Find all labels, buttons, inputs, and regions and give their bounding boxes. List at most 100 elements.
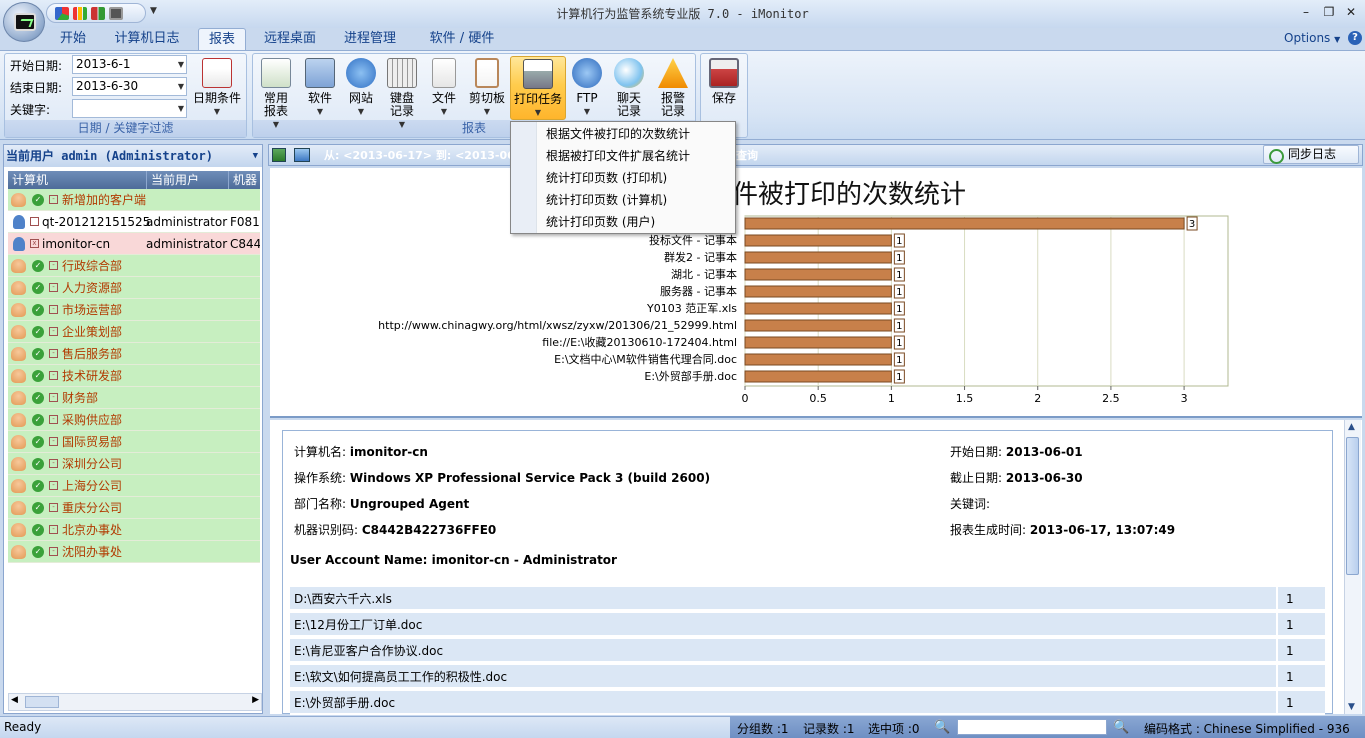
tab-remote-desktop[interactable]: 远程桌面	[254, 28, 326, 50]
scroll-thumb[interactable]	[25, 696, 59, 708]
file-report-button[interactable]: 文件 ▼	[426, 56, 462, 120]
current-user-text: 当前用户 admin (Administrator)	[6, 149, 213, 163]
software-report-button[interactable]: 软件 ▼	[300, 56, 340, 120]
expand-box-icon[interactable]: -	[49, 283, 58, 292]
scroll-up-icon[interactable]: ▲	[1348, 422, 1355, 432]
expand-box-icon[interactable]: -	[49, 371, 58, 380]
tab-software-hardware[interactable]: 软件 / 硬件	[414, 28, 510, 50]
group-row[interactable]: ✓ - 沈阳办事处	[8, 541, 260, 563]
chevron-down-icon[interactable]: ▼	[253, 145, 258, 167]
expand-box-icon[interactable]: -	[49, 261, 58, 270]
computer-row[interactable]: ximonitor-cn administratorC8442	[8, 233, 260, 255]
expand-box-icon[interactable]: -	[49, 305, 58, 314]
app-menu-orb-icon[interactable]	[3, 2, 45, 42]
print-task-button[interactable]: 打印任务 ▼	[510, 56, 566, 120]
chevron-down-icon: ▼	[177, 82, 184, 91]
export-image-icon[interactable]	[294, 148, 310, 162]
tab-process-management[interactable]: 进程管理	[334, 28, 406, 50]
http-globe-icon	[346, 58, 376, 88]
tab-computer-log[interactable]: 计算机日志	[104, 28, 190, 50]
export-excel-icon[interactable]	[272, 148, 286, 162]
group-row[interactable]: ✓ - 采购供应部	[8, 409, 260, 431]
user-group-icon	[11, 501, 26, 515]
menu-item-pages-by-user[interactable]: 统计打印页数 (用户)	[546, 211, 655, 233]
scroll-right-icon[interactable]: ▶	[252, 695, 259, 705]
expand-box-icon[interactable]: -	[49, 349, 58, 358]
menu-item-print-extension[interactable]: 根据被打印文件扩展名统计	[546, 145, 690, 167]
user-group-icon	[11, 435, 26, 449]
vertical-scroll-thumb[interactable]	[1346, 437, 1359, 575]
category-label: 投标文件 - 记事本	[649, 233, 737, 247]
keyword-combo[interactable]: ▼	[72, 99, 187, 118]
value: C8442B422736FFE0	[361, 523, 497, 537]
common-reports-button[interactable]: 常用报表 ▼	[256, 56, 296, 129]
user-group-icon	[11, 281, 26, 295]
group-row[interactable]: ✓ - 深圳分公司	[8, 453, 260, 475]
column-current-user[interactable]: 当前用户	[146, 171, 199, 189]
close-button[interactable]: ✕	[1342, 4, 1360, 20]
sync-log-button[interactable]: 同步日志	[1263, 145, 1359, 164]
group-row[interactable]: ✓ - 售后服务部	[8, 343, 260, 365]
group-row[interactable]: ✓ - 北京办事处	[8, 519, 260, 541]
clipboard-report-button[interactable]: 剪切板 ▼	[466, 56, 508, 120]
data-label: 1	[896, 236, 902, 247]
chat-log-button[interactable]: 聊天记录▼	[608, 56, 650, 129]
ftp-report-button[interactable]: FTP ▼	[570, 56, 604, 120]
report-start-date: 开始日期: 2013-06-01	[950, 443, 1083, 460]
group-row[interactable]: ✓ - 重庆分公司	[8, 497, 260, 519]
group-row[interactable]: ✓ - 国际贸易部	[8, 431, 260, 453]
group-row[interactable]: ✓ - 行政综合部	[8, 255, 260, 277]
date-condition-button[interactable]: 日期条件 ▼	[190, 56, 244, 120]
group-row[interactable]: ✓ - 人力资源部	[8, 277, 260, 299]
tab-reports[interactable]: 报表	[198, 28, 246, 50]
restore-button[interactable]: ❐	[1320, 4, 1338, 20]
start-date-combo[interactable]: 2013-6-1 ▼	[72, 55, 187, 74]
computer-row[interactable]: qt-201212151525administratorF0814	[8, 211, 260, 233]
search-icon[interactable]: 🔍	[1113, 720, 1129, 735]
tab-start[interactable]: 开始	[50, 28, 96, 50]
column-computer[interactable]: 计算机	[12, 171, 48, 189]
expand-box-icon[interactable]: -	[49, 459, 58, 468]
computer-tree-panel: 当前用户 admin (Administrator) ▼ 计算机 当前用户 机器识…	[3, 144, 263, 714]
group-row[interactable]: ✓ - 市场运营部	[8, 299, 260, 321]
ftp-globe-icon	[572, 58, 602, 88]
group-row[interactable]: ✓ - 企业策划部	[8, 321, 260, 343]
computer-user: administrator	[146, 215, 228, 229]
bar	[744, 268, 892, 281]
keyboard-magnifier-icon	[387, 58, 417, 88]
scroll-down-icon[interactable]: ▼	[1348, 702, 1355, 712]
expand-box-icon[interactable]: -	[49, 415, 58, 424]
end-date-combo[interactable]: 2013-6-30 ▼	[72, 77, 187, 96]
menu-item-pages-by-computer[interactable]: 统计打印页数 (计算机)	[546, 189, 667, 211]
window-title: 计算机行为监管系统专业版 7.0 - iMonitor	[556, 7, 809, 21]
x-tick-label: 3	[1181, 392, 1188, 405]
expand-box-icon[interactable]: -	[49, 393, 58, 402]
options-menu[interactable]: Options ▼	[1284, 31, 1340, 45]
group-row[interactable]: ✓ - 财务部	[8, 387, 260, 409]
menu-item-print-count[interactable]: 根据文件被打印的次数统计	[546, 123, 690, 145]
horizontal-scrollbar[interactable]: ◀ ▶	[8, 693, 262, 711]
data-label: 1	[896, 287, 902, 298]
website-report-button[interactable]: 网站 ▼	[342, 56, 380, 120]
scroll-left-icon[interactable]: ◀	[11, 695, 18, 705]
status-search-input[interactable]	[957, 719, 1107, 735]
data-label: 1	[896, 304, 902, 315]
group-row[interactable]: ✓ - 上海分公司	[8, 475, 260, 497]
menu-item-pages-by-printer[interactable]: 统计打印页数 (打印机)	[546, 167, 667, 189]
expand-box-icon[interactable]: -	[49, 437, 58, 446]
expand-box-icon[interactable]: -	[49, 327, 58, 336]
keyboard-log-button[interactable]: 键盘记录 ▼	[382, 56, 422, 129]
expand-box-icon[interactable]: -	[49, 195, 58, 204]
print-count-chart: 件被打印的次数统计 0 0.5 1 1.5 2 2.5 3 3 1 投标文件 - 记事本 1 群发2 -…	[270, 168, 1362, 418]
expand-box-icon[interactable]: -	[49, 481, 58, 490]
help-icon[interactable]: ?	[1348, 31, 1362, 45]
minimize-button[interactable]: –	[1297, 4, 1315, 20]
group-row[interactable]: ✓ - 技术研发部	[8, 365, 260, 387]
expand-box-icon[interactable]: -	[49, 547, 58, 556]
save-button[interactable]: 保存	[704, 56, 744, 120]
expand-box-icon[interactable]: -	[49, 503, 58, 512]
expand-box-icon[interactable]: -	[49, 525, 58, 534]
warning-icon	[658, 58, 688, 88]
alarm-log-button[interactable]: 报警记录▼	[652, 56, 694, 129]
group-row[interactable]: ✓ - 新增加的客户端	[8, 189, 260, 211]
